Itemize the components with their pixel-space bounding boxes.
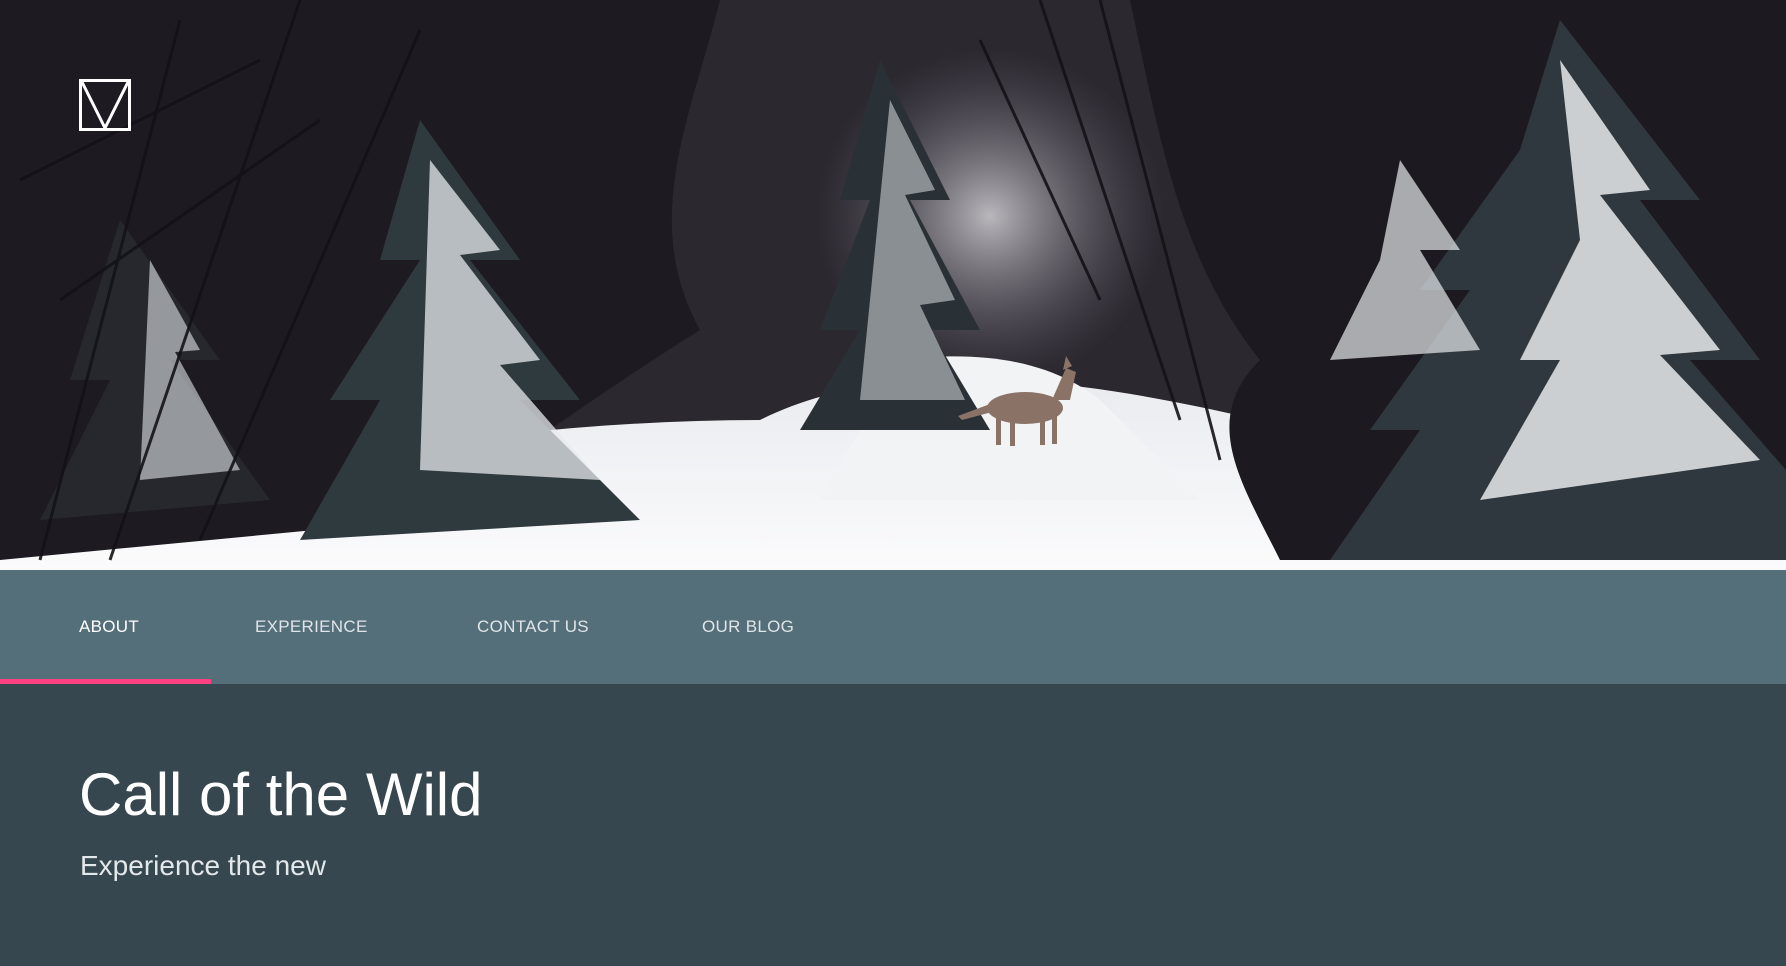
page-title: Call of the Wild <box>79 761 483 828</box>
snowy-forest-scene <box>0 0 1786 570</box>
tab-experience[interactable]: EXPERIENCE <box>255 570 368 684</box>
hero-image <box>0 0 1786 570</box>
tab-contact-us[interactable]: CONTACT US <box>477 570 589 684</box>
tab-bar: ABOUT EXPERIENCE CONTACT US OUR BLOG <box>0 570 1786 684</box>
content-section: Call of the Wild Experience the new <box>0 684 1786 966</box>
page: ABOUT EXPERIENCE CONTACT US OUR BLOG Cal… <box>0 0 1786 966</box>
page-subtitle: Experience the new <box>80 850 326 881</box>
tab-our-blog[interactable]: OUR BLOG <box>702 570 794 684</box>
tab-about[interactable]: ABOUT <box>79 570 139 684</box>
m-logo-icon[interactable] <box>79 79 131 131</box>
